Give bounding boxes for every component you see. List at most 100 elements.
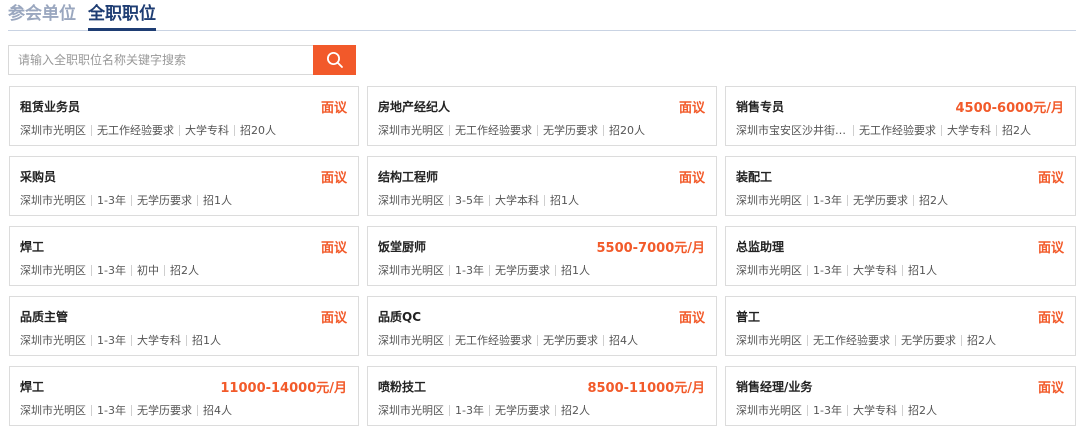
job-meta: 深圳市光明区 1-3年 大学专科 招2人 [736, 402, 937, 418]
job-card[interactable]: 结构工程师 面议 深圳市光明区 3-5年 大学本科 招1人 [367, 156, 717, 216]
job-salary: 5500-7000元/月 [596, 241, 705, 256]
job-location: 深圳市光明区 [20, 264, 86, 277]
job-education: 无学历要求 [136, 404, 192, 417]
job-card[interactable]: 房地产经纪人 面议 深圳市光明区 无工作经验要求 无学历要求 招20人 [367, 86, 717, 146]
job-title[interactable]: 采购员 [20, 168, 56, 185]
job-education: 大学专科 [852, 404, 897, 417]
meta-divider [543, 194, 545, 206]
job-meta: 深圳市光明区 1-3年 无学历要求 招1人 [378, 262, 590, 278]
job-card[interactable]: 焊工 11000-14000元/月 深圳市光明区 1-3年 无学历要求 招4人 [9, 366, 359, 426]
job-education: 初中 [136, 264, 159, 277]
job-salary: 面议 [1037, 311, 1064, 326]
job-title[interactable]: 装配工 [736, 168, 772, 185]
meta-divider [846, 264, 848, 276]
job-title[interactable]: 品质QC [378, 308, 421, 325]
meta-divider [853, 124, 854, 136]
job-card[interactable]: 品质主管 面议 深圳市光明区 1-3年 大学专科 招1人 [9, 296, 359, 356]
job-card[interactable]: 装配工 面议 深圳市光明区 1-3年 无学历要求 招2人 [725, 156, 1076, 216]
job-education: 无学历要求 [494, 404, 550, 417]
meta-divider [130, 334, 132, 346]
job-card[interactable]: 租赁业务员 面议 深圳市光明区 无工作经验要求 大学专科 招20人 [9, 86, 359, 146]
job-headcount: 招1人 [560, 264, 590, 277]
meta-divider [488, 194, 490, 206]
job-salary: 8500-11000元/月 [587, 381, 705, 396]
job-headcount: 招2人 [918, 194, 948, 207]
job-education: 无学历要求 [901, 334, 956, 347]
meta-divider [130, 404, 132, 416]
job-card[interactable]: 品质QC 面议 深圳市光明区 无工作经验要求 无学历要求 招4人 [367, 296, 717, 356]
job-experience: 1-3年 [97, 194, 126, 207]
job-location: 深圳市光明区 [736, 334, 802, 347]
search-input[interactable] [8, 45, 313, 75]
job-card[interactable]: 喷粉技工 8500-11000元/月深圳市光明区 1-3年 无学历要求 招2人 [367, 366, 717, 426]
job-headcount: 招4人 [609, 334, 638, 347]
job-salary: 面议 [1037, 381, 1064, 396]
meta-divider [130, 194, 132, 206]
meta-divider [91, 124, 92, 136]
meta-divider [961, 334, 962, 346]
meta-divider [846, 404, 848, 416]
job-title[interactable]: 焊工 [20, 378, 44, 395]
job-title[interactable]: 饭堂厨师 [378, 238, 426, 255]
job-card[interactable]: 采购员 面议深圳市光明区 1-3年 无学历要求 招1人 [9, 156, 359, 216]
job-education: 无学历要求 [543, 124, 598, 137]
meta-divider [449, 194, 450, 206]
meta-divider [912, 194, 914, 206]
job-meta: 深圳市光明区 1-3年 大学专科 招1人 [736, 262, 937, 278]
job-card[interactable]: 总监助理 面议 深圳市光明区 1-3年 大学专科 招1人 [725, 226, 1076, 286]
job-education: 大学专科 [185, 124, 229, 137]
job-headcount: 招1人 [191, 334, 221, 347]
meta-divider [537, 124, 538, 136]
job-education: 无学历要求 [852, 194, 908, 207]
tab-fulltime-jobs[interactable]: 全职职位 [88, 3, 156, 31]
job-salary: 面议 [678, 101, 705, 116]
job-meta: 深圳市光明区 1-3年 无学历要求 招1人 [20, 192, 232, 208]
job-card[interactable]: 销售经理/业务 面议深圳市光明区 1-3年 大学专科 招2人 [725, 366, 1076, 426]
job-title[interactable]: 结构工程师 [378, 168, 438, 185]
job-location: 深圳市光明区 [378, 334, 444, 347]
job-card[interactable]: 普工 面议深圳市光明区 无工作经验要求 无学历要求 招2人 [725, 296, 1076, 356]
meta-divider [130, 264, 132, 276]
job-salary: 面议 [320, 241, 347, 256]
job-salary: 面议 [320, 311, 347, 326]
job-salary: 面议 [320, 171, 347, 186]
meta-divider [537, 334, 538, 346]
job-title[interactable]: 焊工 [20, 238, 44, 255]
job-title[interactable]: 销售经理/业务 [736, 378, 812, 395]
job-card[interactable]: 焊工 面议 深圳市光明区 1-3年 初中 招2人 [9, 226, 359, 286]
job-salary: 面议 [678, 171, 705, 186]
job-title[interactable]: 总监助理 [736, 238, 784, 255]
meta-divider [488, 264, 490, 276]
meta-divider [901, 264, 903, 276]
meta-divider [901, 404, 903, 416]
job-title[interactable]: 房地产经纪人 [378, 98, 450, 115]
meta-divider [807, 264, 808, 276]
job-card[interactable]: 饭堂厨师 5500-7000元/月 深圳市光明区 1-3年 无学历要求 招1人 [367, 226, 717, 286]
job-card[interactable]: 销售专员 4500-6000元/月 深圳市宝安区沙井街道... 无工作经验要求 大学专科… [725, 86, 1076, 146]
job-education: 大学本科 [494, 194, 539, 207]
meta-divider [196, 194, 198, 206]
meta-divider [554, 404, 556, 416]
job-headcount: 招20人 [240, 124, 276, 137]
job-meta: 深圳市光明区 1-3年 无学历要求 招2人 [378, 402, 590, 418]
job-meta: 深圳市光明区 无工作经验要求 大学专科 招20人 [20, 122, 276, 138]
job-education: 无学历要求 [543, 334, 598, 347]
job-headcount: 招2人 [560, 404, 590, 417]
job-title[interactable]: 租赁业务员 [20, 98, 80, 115]
search-button[interactable] [313, 45, 356, 75]
job-experience: 1-3年 [813, 264, 842, 277]
job-headcount: 招2人 [967, 334, 996, 347]
job-title[interactable]: 喷粉技工 [378, 378, 426, 395]
job-meta: 深圳市光明区 无工作经验要求 无学历要求 招2人 [736, 332, 996, 348]
job-experience: 1-3年 [813, 194, 842, 207]
meta-divider [449, 124, 450, 136]
job-salary: 11000-14000元/月 [220, 381, 347, 396]
job-education: 无学历要求 [136, 194, 192, 207]
job-title[interactable]: 销售专员 [736, 98, 784, 115]
job-title[interactable]: 普工 [736, 308, 760, 325]
search-icon [326, 52, 343, 68]
job-title[interactable]: 品质主管 [20, 308, 68, 325]
meta-divider [91, 334, 92, 346]
meta-divider [807, 194, 808, 206]
tab-exhibitors[interactable]: 参会单位 [8, 3, 76, 25]
